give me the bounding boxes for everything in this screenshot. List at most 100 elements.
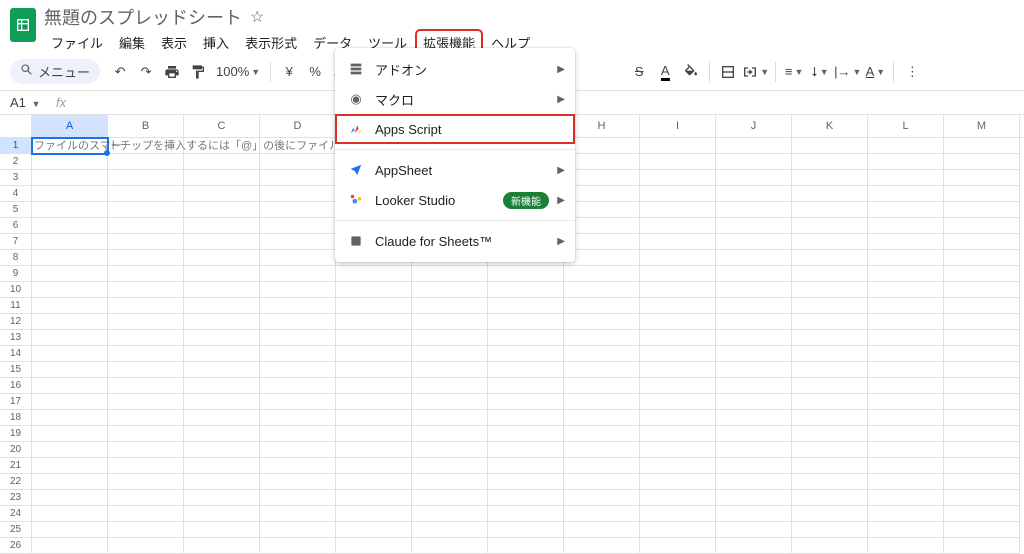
cell[interactable] <box>564 394 640 410</box>
cell[interactable] <box>716 442 792 458</box>
cell[interactable] <box>868 346 944 362</box>
cell[interactable] <box>260 282 336 298</box>
row-header[interactable]: 23 <box>0 490 32 506</box>
cell[interactable] <box>336 266 412 282</box>
cell[interactable] <box>868 330 944 346</box>
cell[interactable] <box>640 378 716 394</box>
cell[interactable] <box>412 490 488 506</box>
cell[interactable] <box>564 186 640 202</box>
row-header[interactable]: 7 <box>0 234 32 250</box>
cell[interactable] <box>108 250 184 266</box>
cell[interactable] <box>640 138 716 154</box>
cell[interactable] <box>868 362 944 378</box>
align-button[interactable]: ≡▼ <box>782 60 806 84</box>
cell[interactable] <box>184 506 260 522</box>
cell[interactable] <box>412 394 488 410</box>
cell[interactable] <box>108 186 184 202</box>
cell[interactable] <box>564 506 640 522</box>
cell[interactable] <box>944 154 1020 170</box>
cell[interactable] <box>868 218 944 234</box>
cell[interactable] <box>716 410 792 426</box>
cell[interactable] <box>412 506 488 522</box>
cell[interactable] <box>564 218 640 234</box>
row-header[interactable]: 19 <box>0 426 32 442</box>
cell[interactable] <box>184 282 260 298</box>
cell[interactable] <box>32 330 108 346</box>
cell[interactable] <box>792 346 868 362</box>
cell[interactable] <box>944 522 1020 538</box>
cell[interactable] <box>184 378 260 394</box>
undo-button[interactable]: ↶ <box>108 60 132 84</box>
row-header[interactable]: 17 <box>0 394 32 410</box>
cell[interactable] <box>640 266 716 282</box>
cell[interactable] <box>260 202 336 218</box>
cell[interactable] <box>944 138 1020 154</box>
cell[interactable] <box>260 362 336 378</box>
cell[interactable] <box>32 186 108 202</box>
cell[interactable] <box>944 474 1020 490</box>
dd-macros[interactable]: ◉ マクロ ▶ <box>335 84 575 114</box>
cell[interactable] <box>792 522 868 538</box>
cell[interactable] <box>716 506 792 522</box>
cell[interactable] <box>488 282 564 298</box>
cell[interactable] <box>108 266 184 282</box>
cell[interactable] <box>412 298 488 314</box>
redo-button[interactable]: ↷ <box>134 60 158 84</box>
cell[interactable] <box>108 458 184 474</box>
cell[interactable] <box>184 426 260 442</box>
cell[interactable] <box>412 346 488 362</box>
cell[interactable] <box>336 538 412 554</box>
cell[interactable] <box>640 522 716 538</box>
cell[interactable] <box>564 458 640 474</box>
dd-claude[interactable]: Claude for Sheets™ ▶ <box>335 226 575 256</box>
cell[interactable] <box>336 394 412 410</box>
cell[interactable] <box>640 250 716 266</box>
cell[interactable] <box>792 314 868 330</box>
cell[interactable] <box>108 314 184 330</box>
cell[interactable] <box>716 170 792 186</box>
cell[interactable] <box>260 170 336 186</box>
cell[interactable] <box>944 506 1020 522</box>
cell[interactable] <box>260 538 336 554</box>
cell[interactable] <box>716 266 792 282</box>
cell[interactable] <box>944 282 1020 298</box>
cell[interactable] <box>108 538 184 554</box>
cell[interactable] <box>336 506 412 522</box>
cell[interactable] <box>32 442 108 458</box>
row-header[interactable]: 25 <box>0 522 32 538</box>
cell[interactable] <box>336 362 412 378</box>
cell[interactable] <box>488 522 564 538</box>
cell[interactable] <box>868 314 944 330</box>
row-header[interactable]: 8 <box>0 250 32 266</box>
cell[interactable] <box>260 346 336 362</box>
cell[interactable] <box>184 250 260 266</box>
cell[interactable] <box>944 458 1020 474</box>
cell[interactable] <box>108 506 184 522</box>
cell[interactable] <box>792 138 868 154</box>
cell[interactable] <box>716 378 792 394</box>
cell[interactable] <box>716 490 792 506</box>
fill-color-button[interactable] <box>679 60 703 84</box>
cell[interactable] <box>260 490 336 506</box>
cell[interactable] <box>488 474 564 490</box>
cell[interactable] <box>944 170 1020 186</box>
cell[interactable] <box>944 186 1020 202</box>
cell[interactable] <box>640 442 716 458</box>
cell[interactable] <box>260 394 336 410</box>
cell[interactable] <box>32 506 108 522</box>
cell[interactable] <box>868 234 944 250</box>
cell[interactable] <box>32 410 108 426</box>
cell[interactable] <box>716 186 792 202</box>
row-header[interactable]: 20 <box>0 442 32 458</box>
col-header[interactable]: M <box>944 115 1020 137</box>
cell[interactable] <box>640 490 716 506</box>
menu-search[interactable]: メニュー <box>10 59 100 84</box>
cell[interactable] <box>184 474 260 490</box>
cell[interactable] <box>640 394 716 410</box>
menu-format[interactable]: 表示形式 <box>238 30 304 55</box>
rotate-button[interactable]: A▼ <box>863 60 887 84</box>
col-header[interactable]: H <box>564 115 640 137</box>
cell[interactable] <box>564 474 640 490</box>
cell[interactable] <box>260 522 336 538</box>
cell[interactable] <box>564 202 640 218</box>
